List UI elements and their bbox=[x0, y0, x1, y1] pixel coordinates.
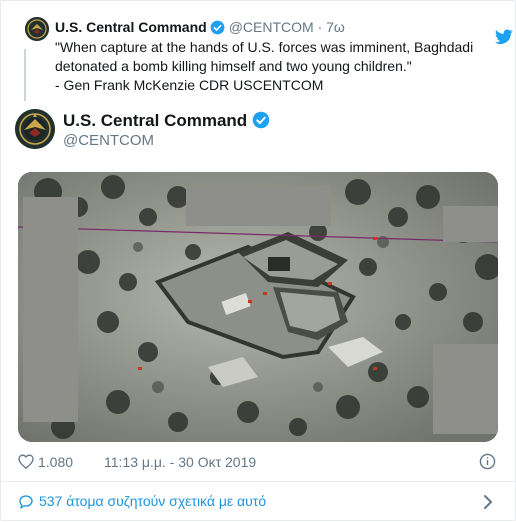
centcom-seal-icon bbox=[25, 17, 49, 41]
centcom-seal-icon bbox=[15, 109, 55, 149]
embedded-tweet-card: U.S. Central Command @CENTCOM · 7ω "When … bbox=[0, 0, 516, 521]
redaction-block bbox=[186, 186, 331, 226]
heart-icon[interactable] bbox=[18, 454, 34, 469]
separator-dot: · bbox=[317, 19, 323, 35]
author-name[interactable]: U.S. Central Command bbox=[63, 111, 274, 131]
verified-badge-icon bbox=[252, 111, 270, 129]
quoted-author-name[interactable]: U.S. Central Command bbox=[55, 19, 207, 35]
author-handle[interactable]: @CENTCOM bbox=[63, 132, 154, 149]
redaction-block bbox=[433, 344, 498, 434]
quoted-author-handle[interactable]: @CENTCOM bbox=[229, 19, 314, 35]
verified-badge-icon bbox=[210, 20, 225, 35]
author-name-text[interactable]: U.S. Central Command bbox=[63, 111, 247, 130]
chevron-right-icon[interactable] bbox=[483, 494, 493, 510]
quoted-tweet-text: "When capture at the hands of U.S. force… bbox=[55, 39, 474, 93]
tweet-author[interactable]: U.S. Central Command @CENTCOM bbox=[15, 109, 495, 157]
redaction-block bbox=[23, 197, 78, 422]
thread-line bbox=[24, 49, 26, 101]
avatar[interactable] bbox=[15, 109, 55, 149]
conversation-link[interactable]: 537 άτομα συζητούν σχετικά με αυτό bbox=[1, 482, 516, 522]
avatar[interactable] bbox=[25, 17, 49, 41]
conversation-label[interactable]: 537 άτομα συζητούν σχετικά με αυτό bbox=[39, 493, 266, 509]
quoted-tweet-header: U.S. Central Command @CENTCOM · 7ω bbox=[55, 18, 345, 36]
tweet-timestamp[interactable]: 11:13 μ.μ. - 30 Οκτ 2019 bbox=[104, 454, 256, 470]
redaction-block bbox=[443, 206, 498, 242]
tweet-media-image[interactable] bbox=[18, 172, 498, 442]
quoted-tweet-time[interactable]: 7ω bbox=[326, 19, 345, 35]
aerial-photo bbox=[18, 172, 498, 442]
info-icon[interactable] bbox=[479, 453, 496, 470]
tweet-meta: 1.080 11:13 μ.μ. - 30 Οκτ 2019 bbox=[18, 452, 498, 472]
speech-bubble-icon bbox=[19, 495, 33, 509]
twitter-bird-icon[interactable] bbox=[495, 29, 513, 45]
quoted-tweet[interactable]: U.S. Central Command @CENTCOM · 7ω "When … bbox=[15, 11, 513, 101]
like-count[interactable]: 1.080 bbox=[38, 454, 73, 470]
